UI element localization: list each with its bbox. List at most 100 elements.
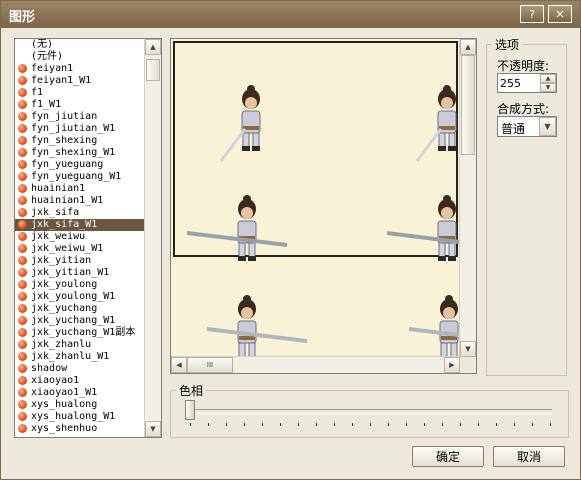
list-item-label: jxk_zhanlu_W1: [31, 351, 110, 362]
list-scroll-thumb[interactable]: [146, 59, 160, 81]
list-item[interactable]: fyn_shexing: [15, 135, 145, 147]
list-item-label: fyn_jiutian_W1: [31, 123, 116, 134]
list-item[interactable]: jxk_yuchang_W1副本: [15, 327, 145, 339]
preview-scroll-left-button[interactable]: ◀: [171, 357, 187, 373]
list-item[interactable]: jxk_zhanlu_W1: [15, 351, 145, 363]
list-item-label: (元件): [31, 51, 64, 62]
opacity-down-button[interactable]: ▼: [540, 83, 556, 92]
list-item[interactable]: jxk_yitian_W1: [15, 267, 145, 279]
list-item-label: xys_hualong_W1: [31, 411, 116, 422]
list-item[interactable]: xys_hualong: [15, 399, 145, 411]
help-button[interactable]: ?: [520, 5, 544, 23]
list-item-label: fyn_yueguang_W1: [31, 171, 122, 182]
graphic-resource-icon: [18, 208, 27, 217]
list-item[interactable]: (无): [15, 39, 145, 51]
list-item[interactable]: xys_shenhuo: [15, 423, 145, 435]
list-item[interactable]: jxk_sifa: [15, 207, 145, 219]
list-item[interactable]: fyn_shexing_W1: [15, 147, 145, 159]
list-item-label: xiaoyao1_W1: [31, 387, 98, 398]
list-vertical-scrollbar[interactable]: ▲ ▼: [144, 39, 161, 437]
list-item-label: f1: [31, 87, 44, 98]
graphic-resource-icon: [18, 412, 27, 421]
graphic-resource-icon: [18, 232, 27, 241]
preview-vscroll-thumb[interactable]: [461, 55, 475, 155]
hue-group: [170, 390, 569, 438]
list-item-label: jxk_youlong_W1: [31, 291, 116, 302]
list-item-label: fyn_shexing: [31, 135, 98, 146]
cancel-button[interactable]: 取消: [493, 446, 565, 467]
list-item[interactable]: (元件): [15, 51, 145, 63]
hue-slider-tick: [424, 423, 425, 426]
ok-button[interactable]: 确定: [412, 446, 484, 467]
list-item[interactable]: fyn_jiutian: [15, 111, 145, 123]
hue-slider-track[interactable]: [190, 409, 552, 414]
list-item[interactable]: fyn_yueguang: [15, 159, 145, 171]
list-item[interactable]: fyn_jiutian_W1: [15, 123, 145, 135]
hue-slider-tick: [442, 423, 443, 426]
character-sprite-sheet: [186, 84, 460, 357]
preview-vertical-scrollbar[interactable]: ▲ ▼: [459, 39, 476, 357]
hue-slider-tick: [532, 423, 533, 426]
preview-scroll-up-button[interactable]: ▲: [460, 39, 476, 55]
list-item[interactable]: jxk_yuchang_W1: [15, 315, 145, 327]
preview-scroll-down-button[interactable]: ▼: [460, 341, 476, 357]
list-item[interactable]: jxk_zhanlu: [15, 339, 145, 351]
list-item-label: jxk_sifa: [31, 207, 80, 218]
list-item[interactable]: feiyan1: [15, 63, 145, 75]
list-item[interactable]: jxk_youlong: [15, 279, 145, 291]
preview-hscroll-thumb[interactable]: III: [187, 357, 233, 373]
graphic-resource-icon: [18, 292, 27, 301]
list-item-label: xys_shenhuo: [31, 423, 98, 434]
hue-slider-tick: [406, 423, 407, 426]
list-scroll-down-button[interactable]: ▼: [145, 421, 161, 437]
hue-slider-tick: [316, 423, 317, 426]
list-item[interactable]: fyn_yueguang_W1: [15, 171, 145, 183]
list-item-label: huainian1_W1: [31, 195, 104, 206]
graphic-list[interactable]: (无) (元件) feiyan1 feiyan1_W1 f1 f1_W1 fyn_jiuti…: [14, 38, 162, 438]
list-item[interactable]: xiaoyao1_W1: [15, 387, 145, 399]
graphic-resource-icon: [18, 100, 27, 109]
list-item[interactable]: xys_hualong_W1: [15, 411, 145, 423]
list-item[interactable]: feiyan1_W1: [15, 75, 145, 87]
list-item-label: jxk_weiwu: [31, 231, 86, 242]
close-button[interactable]: ✕: [548, 5, 572, 23]
list-item[interactable]: huainian1_W1: [15, 195, 145, 207]
list-item[interactable]: shadow: [15, 363, 145, 375]
preview-horizontal-scrollbar[interactable]: ◀ III ▶: [171, 356, 460, 373]
graphic-resource-icon: [18, 400, 27, 409]
graphic-resource-icon: [18, 88, 27, 97]
preview-scroll-right-button[interactable]: ▶: [444, 357, 460, 373]
graphic-resource-icon: [18, 196, 27, 205]
graphic-resource-icon: [18, 76, 27, 85]
hue-slider-tick: [478, 423, 479, 426]
list-item-label: jxk_zhanlu: [31, 339, 92, 350]
hue-slider-tick: [190, 423, 191, 426]
chevron-down-icon[interactable]: ▼: [539, 117, 556, 136]
hue-slider-thumb[interactable]: [185, 400, 195, 420]
list-item[interactable]: xiaoyao1: [15, 375, 145, 387]
graphic-list-items: (无) (元件) feiyan1 feiyan1_W1 f1 f1_W1 fyn_jiuti…: [15, 39, 145, 435]
list-item[interactable]: jxk_yuchang: [15, 303, 145, 315]
list-item[interactable]: jxk_weiwu: [15, 231, 145, 243]
list-item-label: (无): [31, 39, 54, 50]
graphic-resource-icon: [18, 352, 27, 361]
list-item-label: f1_W1: [31, 99, 62, 110]
hue-slider-tick: [280, 423, 281, 426]
list-item[interactable]: jxk_weiwu_W1: [15, 243, 145, 255]
blend-mode-select[interactable]: 普通 ▼: [497, 116, 557, 137]
opacity-up-button[interactable]: ▲: [540, 74, 556, 83]
list-item[interactable]: jxk_youlong_W1: [15, 291, 145, 303]
list-item[interactable]: jxk_sifa_W1: [15, 219, 145, 231]
opacity-input[interactable]: [500, 75, 538, 91]
graphic-resource-icon: [18, 340, 27, 349]
list-item[interactable]: f1_W1: [15, 99, 145, 111]
opacity-spinner[interactable]: ▲ ▼: [497, 73, 557, 93]
list-scroll-up-button[interactable]: ▲: [145, 39, 161, 55]
list-item[interactable]: jxk_yitian: [15, 255, 145, 267]
list-item[interactable]: f1: [15, 87, 145, 99]
list-item-label: feiyan1: [31, 63, 74, 74]
list-item-label: fyn_yueguang: [31, 159, 104, 170]
graphic-resource-icon: [18, 160, 27, 169]
list-item[interactable]: huainian1: [15, 183, 145, 195]
list-item-label: jxk_yuchang_W1: [31, 315, 116, 326]
